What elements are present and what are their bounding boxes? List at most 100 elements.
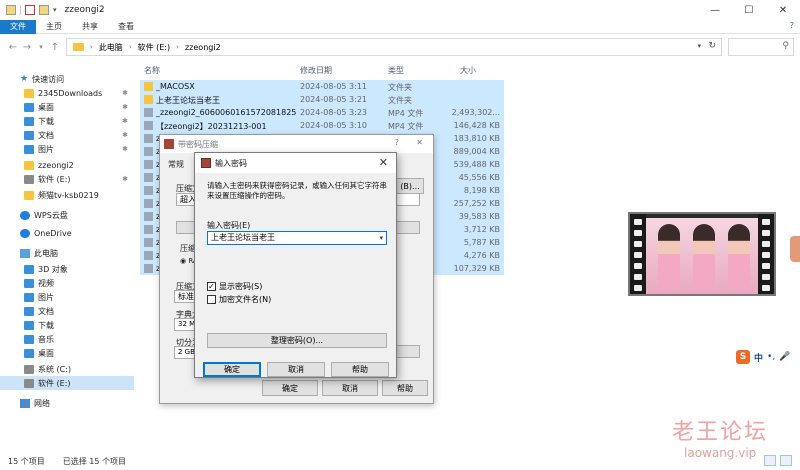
maximize-button[interactable]: ☐ — [732, 0, 766, 20]
video-figure — [728, 224, 750, 290]
file-row[interactable]: _zzeongi2_6060060161572081825 2024-08-05 … — [140, 106, 504, 119]
sidebar-item[interactable]: 此电脑 — [0, 246, 134, 260]
sidebar-item[interactable]: 软件 (E:) ✱ — [0, 172, 134, 186]
sidebar-item-label: 下载 — [38, 320, 54, 330]
chevron-down-icon[interactable]: ▾ — [379, 232, 383, 244]
close-icon[interactable]: ✕ — [416, 138, 423, 147]
password-field[interactable]: 上老王论坛当老王 ▾ — [207, 231, 387, 245]
address-bar[interactable]: › 此电脑 › 软件 (E:) › zzeongi2 ▾ ↻ — [66, 38, 722, 56]
microphone-icon[interactable]: 🎤 — [779, 352, 790, 362]
up-icon[interactable]: ↑ — [48, 42, 62, 53]
search-input[interactable]: ⚲ — [728, 38, 794, 56]
chevron-down-icon[interactable]: ▾ — [697, 42, 701, 50]
breadcrumb-drive-e[interactable]: 软件 (E:) — [138, 42, 171, 53]
password-button[interactable] — [396, 345, 420, 358]
back-icon[interactable]: ← — [6, 42, 20, 53]
password-dialog-title: 输入密码 — [215, 159, 247, 168]
file-row[interactable]: 【zzeongi2】20231213-001 2024-08-05 3:10 MP4… — [140, 119, 504, 132]
compress-ok-button[interactable]: 确定 — [262, 380, 318, 396]
sidebar-item[interactable]: 频猫tv-ksb0219 — [0, 188, 134, 202]
recent-locations-icon[interactable]: ▾ — [34, 43, 48, 51]
sidebar-item[interactable]: zzeongi2 — [0, 158, 134, 172]
forward-icon[interactable]: → — [20, 42, 34, 53]
close-icon[interactable]: ✕ — [379, 156, 388, 169]
title-bar: ▾ zzeongi2 — ☐ ✕ — [0, 0, 800, 20]
sidebar-item[interactable]: 下载 — [0, 318, 134, 332]
tab-view[interactable]: 查看 — [108, 20, 144, 34]
password-ok-button[interactable]: 确定 — [203, 362, 261, 377]
film-strip-left — [630, 214, 646, 294]
tab-home[interactable]: 主页 — [36, 20, 72, 34]
checkbox-unchecked-icon — [207, 295, 216, 304]
column-size[interactable]: 大小 — [460, 65, 476, 76]
sidebar-item[interactable]: 文档 ✱ — [0, 128, 134, 142]
organize-passwords-button[interactable]: 整理密码(O)... — [207, 333, 387, 348]
sidebar-item[interactable]: 网络 — [0, 396, 134, 410]
minimize-button[interactable]: — — [698, 0, 732, 20]
tab-share[interactable]: 共享 — [72, 20, 108, 34]
winrar-logo-icon — [201, 158, 211, 168]
sidebar-item[interactable]: 文档 — [0, 304, 134, 318]
breadcrumb-folder[interactable]: zzeongi2 — [185, 43, 221, 52]
sidebar-item[interactable]: 音乐 — [0, 332, 134, 346]
checkbox-checked-icon: ✓ — [207, 282, 216, 291]
password-cancel-button[interactable]: 取消 — [267, 362, 325, 377]
customize-toolbar-icon[interactable]: ▾ — [53, 6, 57, 14]
column-date[interactable]: 修改日期 — [300, 65, 332, 76]
sidebar-item[interactable]: 桌面 — [0, 346, 134, 360]
compress-help-button[interactable]: 帮助 — [382, 380, 428, 396]
sidebar-item[interactable]: 图片 — [0, 290, 134, 304]
help-icon[interactable]: ? — [790, 21, 794, 30]
large-icons-view-icon[interactable] — [780, 455, 792, 466]
column-type[interactable]: 类型 — [388, 65, 404, 76]
tab-general[interactable]: 常规 — [168, 159, 184, 170]
properties-icon[interactable] — [25, 5, 35, 15]
file-row[interactable]: 上老王论坛当老王 2024-08-05 3:21 文件夹 — [140, 93, 504, 106]
video-frame — [646, 218, 762, 294]
close-button[interactable]: ✕ — [766, 0, 800, 20]
sidebar-item-label: 3D 对象 — [38, 264, 68, 274]
encrypt-filenames-checkbox[interactable]: 加密文件名(N) — [207, 294, 271, 305]
sidebar-item[interactable]: OneDrive — [0, 226, 134, 240]
sidebar-item[interactable]: 图片 ✱ — [0, 142, 134, 156]
sidebar-item[interactable]: ★ 快速访问 — [0, 72, 134, 86]
punctuation-icon[interactable]: •, — [767, 352, 775, 362]
video-preview-thumbnail[interactable] — [628, 212, 776, 296]
sidebar-item[interactable]: 软件 (E:) — [0, 376, 134, 390]
refresh-icon[interactable]: ↻ — [708, 41, 716, 51]
file-size: 146,428 KB — [453, 121, 500, 130]
sidebar-item[interactable]: 桌面 ✱ — [0, 100, 134, 114]
new-folder-icon[interactable] — [39, 5, 49, 15]
download-icon — [24, 116, 34, 126]
search-icon: ⚲ — [782, 41, 789, 51]
column-name[interactable]: 名称 — [144, 65, 160, 76]
sidebar-item[interactable]: 视频 — [0, 276, 134, 290]
sidebar-item[interactable]: 下载 ✱ — [0, 114, 134, 128]
sidebar-item-label: 桌面 — [38, 348, 54, 358]
video-file-icon — [144, 264, 153, 273]
chevron-right-icon[interactable]: › — [176, 43, 179, 51]
breadcrumb-this-pc[interactable]: 此电脑 — [99, 42, 123, 53]
password-help-button[interactable]: 帮助 — [331, 362, 389, 377]
ime-mode[interactable]: 中 — [754, 351, 763, 364]
options-button[interactable] — [396, 221, 420, 234]
chevron-right-icon[interactable]: › — [90, 43, 93, 51]
sidebar-item[interactable]: 系统 (C:) — [0, 362, 134, 376]
show-password-checkbox[interactable]: ✓ 显示密码(S) — [207, 281, 262, 292]
tab-file[interactable]: 文件 — [0, 20, 36, 34]
chevron-right-icon[interactable]: › — [129, 43, 132, 51]
folder-icon[interactable] — [6, 5, 16, 15]
help-icon[interactable]: ? — [395, 138, 399, 147]
file-row[interactable]: _MACOSX 2024-08-05 3:11 文件夹 — [140, 80, 504, 93]
update-mode-select[interactable] — [396, 193, 420, 206]
side-widget-tab[interactable] — [790, 236, 800, 262]
sidebar-item-label: 文档 — [38, 130, 54, 140]
ime-toolbar[interactable]: S 中 •, 🎤 — [736, 350, 790, 364]
browse-button[interactable]: (B)... — [396, 178, 424, 194]
sidebar-item[interactable]: 3D 对象 — [0, 262, 134, 276]
sidebar-item[interactable]: WPS云盘 — [0, 208, 134, 222]
sidebar-item[interactable]: 2345Downloads ✱ — [0, 86, 134, 100]
details-view-icon[interactable] — [764, 455, 776, 466]
compress-cancel-button[interactable]: 取消 — [322, 380, 378, 396]
file-date: 2024-08-05 3:11 — [300, 82, 367, 91]
